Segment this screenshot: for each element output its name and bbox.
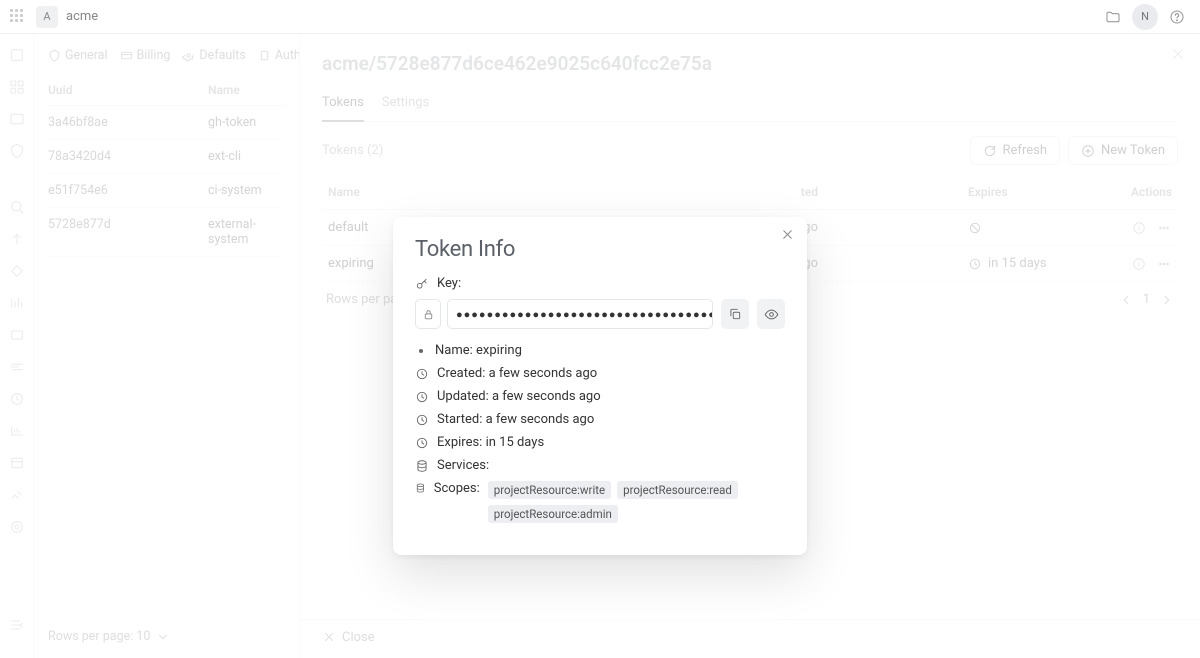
eye-icon — [764, 307, 779, 322]
scope-chip: projectResource:read — [617, 481, 738, 499]
clock-icon — [415, 413, 429, 427]
database-icon — [415, 481, 426, 495]
key-field: ●●●●●●●●●●●●●●●●●●●●●●●●●●●●●●●●●●●● — [415, 299, 785, 329]
modal-title: Token Info — [415, 237, 785, 262]
clock-icon — [415, 436, 429, 450]
copy-button[interactable] — [721, 299, 749, 329]
modal-close-icon[interactable] — [780, 227, 795, 246]
database-icon — [415, 459, 429, 473]
folder-icon[interactable] — [1100, 4, 1126, 30]
key-icon — [415, 277, 429, 291]
masked-key: ●●●●●●●●●●●●●●●●●●●●●●●●●●●●●●●●●●●● — [447, 299, 713, 329]
org-name[interactable]: acme — [66, 9, 98, 24]
grip-icon[interactable] — [10, 9, 26, 25]
dot-icon — [415, 345, 427, 357]
topbar: A acme N — [0, 0, 1200, 34]
org-badge[interactable]: A — [36, 6, 58, 28]
token-info-modal: Token Info Key: ●●●●●●●●●●●●●●●●●●●●●●●●… — [393, 217, 807, 555]
clock-icon — [415, 390, 429, 404]
lock-icon — [415, 299, 441, 329]
reveal-button[interactable] — [757, 299, 785, 329]
scope-chip: projectResource:write — [488, 481, 611, 499]
user-avatar[interactable]: N — [1132, 4, 1158, 30]
clock-icon — [415, 367, 429, 381]
scope-chip: projectResource:admin — [488, 505, 618, 523]
scope-chips: projectResource:write projectResource:re… — [488, 481, 785, 523]
copy-icon — [728, 307, 742, 321]
help-icon[interactable] — [1164, 4, 1190, 30]
